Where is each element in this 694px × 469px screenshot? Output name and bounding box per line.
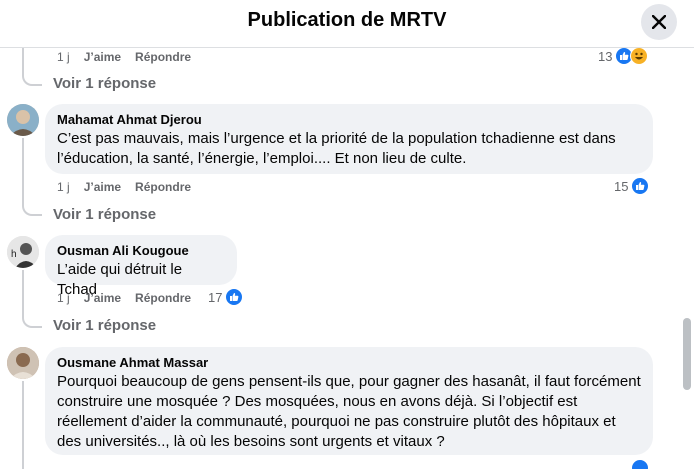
reaction-summary[interactable]: 15 — [614, 177, 650, 195]
close-button[interactable] — [641, 4, 677, 40]
like-icon — [631, 459, 649, 469]
thread-connector — [22, 68, 42, 86]
comment-author[interactable]: Ousmane Ahmat Massar — [57, 355, 641, 371]
comment-actions: 1 j J’aime Répondre — [57, 50, 191, 64]
thread-line — [22, 381, 24, 469]
thread-connector — [22, 198, 42, 216]
dialog-title: Publication de MRTV — [247, 9, 447, 31]
thread-line — [22, 138, 24, 200]
thread-line — [22, 270, 24, 312]
like-link[interactable]: J’aime — [84, 291, 121, 305]
view-replies-link[interactable]: Voir 1 réponse — [53, 75, 156, 92]
comment-bubble: Ousmane Ahmat Massar Pourquoi beaucoup d… — [45, 347, 653, 455]
reaction-summary[interactable]: 13 — [598, 47, 649, 65]
reaction-count: 13 — [598, 48, 613, 64]
dialog-header: Publication de MRTV — [0, 0, 694, 48]
avatar[interactable]: h — [7, 236, 39, 268]
comment-actions: 1 j J’aime Répondre — [57, 180, 191, 194]
comment-text: Pourquoi beaucoup de gens pensent-ils qu… — [57, 373, 641, 450]
close-icon — [652, 15, 666, 29]
comment-author[interactable]: Ousman Ali Kougoue — [57, 243, 225, 259]
reply-link[interactable]: Répondre — [135, 50, 191, 64]
reply-link[interactable]: Répondre — [135, 291, 191, 305]
comment-time[interactable]: 1 j — [57, 50, 70, 64]
like-link[interactable]: J’aime — [84, 180, 121, 194]
svg-text:h: h — [11, 249, 17, 260]
like-icon — [225, 288, 244, 306]
comment-time[interactable]: 1 j — [57, 291, 70, 305]
comment-bubble: Ousman Ali Kougoue L’aide qui détruit le… — [45, 235, 237, 298]
view-replies-link[interactable]: Voir 1 réponse — [53, 317, 156, 334]
reaction-count: 17 — [208, 289, 223, 305]
comment-bubble: Mahamat Ahmat Djerou C’est pas mauvais, … — [45, 104, 653, 174]
scrollbar-thumb[interactable] — [683, 318, 691, 390]
comment-time[interactable]: 1 j — [57, 180, 70, 194]
view-replies-link[interactable]: Voir 1 réponse — [53, 206, 156, 223]
avatar[interactable] — [7, 104, 39, 136]
avatar[interactable] — [7, 347, 39, 379]
like-link[interactable]: J’aime — [84, 50, 121, 64]
reaction-summary[interactable]: 17 — [208, 288, 244, 306]
reply-link[interactable]: Répondre — [135, 180, 191, 194]
thread-connector — [22, 310, 42, 328]
reaction-count: 15 — [614, 178, 629, 194]
comment-actions: 1 j J’aime Répondre — [57, 291, 191, 305]
thread-line — [22, 48, 24, 68]
haha-icon — [630, 47, 649, 65]
like-icon — [631, 177, 650, 195]
comment-author[interactable]: Mahamat Ahmat Djerou — [57, 112, 641, 128]
comment-text: C’est pas mauvais, mais l’urgence et la … — [57, 130, 616, 167]
